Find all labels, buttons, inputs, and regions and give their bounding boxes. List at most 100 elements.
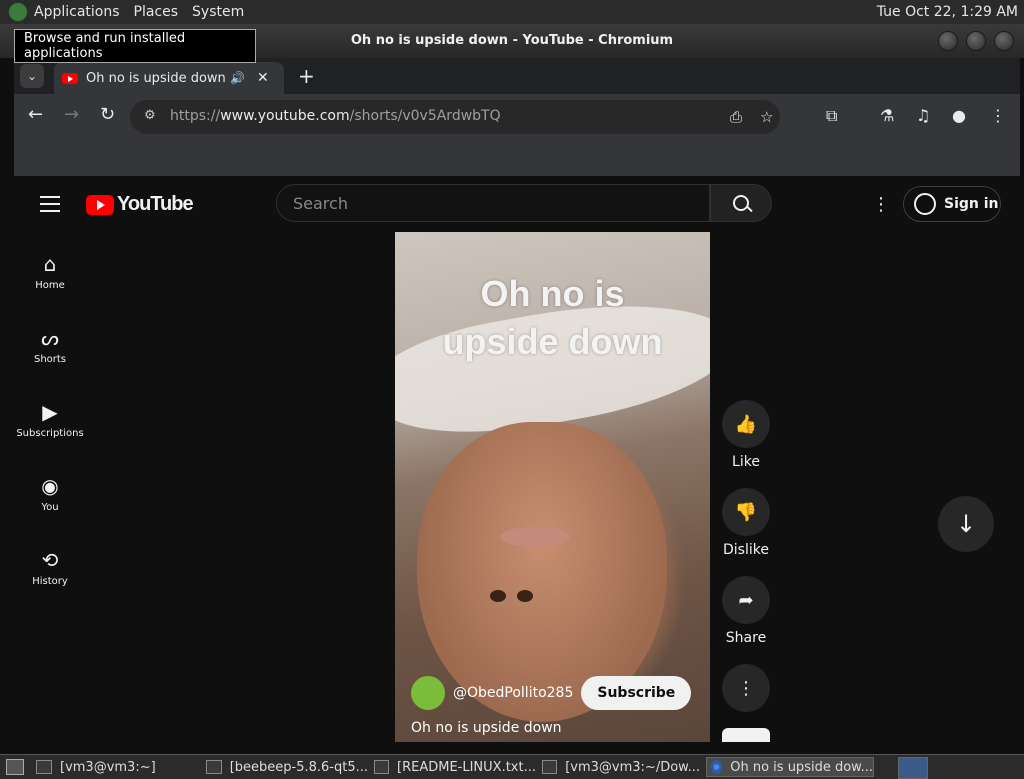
address-bar[interactable]: ⚙ https://www.youtube.com/shorts/v0v5Ard…: [130, 100, 780, 134]
youtube-play-icon: [86, 194, 114, 215]
profile-icon[interactable]: ●: [952, 106, 966, 125]
taskbar-item-beebeep[interactable]: [beebeep-5.8.6-qt5...: [206, 757, 368, 777]
tab-title: Oh no is upside down - YouTube: [86, 70, 226, 86]
sidebar-label-subscriptions: Subscriptions: [16, 428, 84, 439]
system-menu[interactable]: System: [192, 4, 244, 20]
more-options-button[interactable]: ⋮: [722, 664, 770, 712]
back-button[interactable]: ←: [28, 104, 43, 125]
terminal-icon: [542, 760, 558, 774]
video-caption: Oh no is upside down: [442, 273, 663, 362]
applications-tooltip: Browse and run installed applications: [14, 29, 256, 63]
sidebar-item-shorts[interactable]: ᔕ Shorts: [14, 326, 86, 365]
clock[interactable]: Tue Oct 22, 1:29 AM: [877, 4, 1018, 20]
bookmark-bar: [14, 140, 1020, 177]
account-icon: [914, 193, 936, 215]
history-icon: ⟲: [41, 548, 59, 572]
sign-in-label: Sign in: [944, 196, 999, 212]
taskbar-item-chromium[interactable]: Oh no is upside dow...: [706, 757, 874, 777]
text-editor-icon: [374, 760, 390, 774]
audio-playing-icon[interactable]: 🔊: [230, 71, 245, 85]
guide-menu-icon[interactable]: [40, 196, 60, 217]
tab-search-button[interactable]: ⌄: [20, 64, 44, 88]
sidebar-label-history: History: [32, 576, 68, 587]
video-frame-nostril: [517, 590, 533, 602]
sign-in-button[interactable]: Sign in: [903, 186, 1001, 222]
settings-menu-icon[interactable]: ⋮: [872, 194, 890, 215]
sidebar-label-shorts: Shorts: [33, 354, 67, 365]
shorts-video-player[interactable]: Oh no is upside down @ObedPollito285 Sub…: [395, 232, 710, 742]
like-label: Like: [732, 454, 760, 470]
taskbar-item-readme[interactable]: [README-LINUX.txt...: [374, 757, 536, 777]
subscribe-button[interactable]: Subscribe: [581, 676, 692, 710]
search-box[interactable]: [276, 184, 710, 222]
channel-row: @ObedPollito285 Subscribe: [411, 676, 692, 710]
workspace-switcher[interactable]: [898, 757, 928, 779]
video-frame-lips: [500, 527, 570, 547]
browser-tab[interactable]: Oh no is upside down - YouTube 🔊 ✕: [54, 62, 284, 94]
more-vert-icon: ⋮: [737, 677, 755, 699]
sidebar-item-home[interactable]: ⌂ Home: [14, 252, 86, 291]
thumbs-down-icon: 👎: [734, 501, 758, 523]
you-icon: ◉: [41, 474, 59, 498]
chromium-icon: [711, 760, 723, 774]
close-tab-icon[interactable]: ✕: [257, 70, 269, 86]
sidebar-item-you[interactable]: ◉ You: [14, 474, 86, 513]
media-controls-icon[interactable]: ♫: [916, 106, 930, 125]
arrow-down-icon: ↓: [955, 510, 977, 538]
minimize-button[interactable]: [938, 31, 958, 51]
shorts-icon: ᔕ: [41, 326, 59, 350]
thumbs-up-icon: 👍: [734, 413, 758, 435]
sidebar-item-subscriptions[interactable]: ▶ Subscriptions: [14, 400, 86, 439]
close-window-button[interactable]: [994, 31, 1014, 51]
channel-handle[interactable]: @ObedPollito285: [453, 685, 573, 701]
taskbar: [vm3@vm3:~] [beebeep-5.8.6-qt5... [READM…: [0, 754, 1024, 779]
home-icon: ⌂: [43, 252, 57, 276]
places-menu[interactable]: Places: [134, 4, 179, 20]
window-title: Oh no is upside down - YouTube - Chromiu…: [350, 33, 674, 48]
youtube-page: YouTube ⋮ Sign in ⌂ Home ᔕ Shorts ▶ Subs…: [14, 176, 1020, 742]
youtube-favicon-icon: [62, 72, 78, 84]
reload-button[interactable]: ↻: [100, 104, 115, 125]
browser-menu-icon[interactable]: ⋮: [990, 106, 1006, 125]
more-action[interactable]: ⋮: [722, 664, 770, 718]
subscriptions-icon: ▶: [42, 400, 58, 424]
like-button[interactable]: 👍: [722, 400, 770, 448]
applications-menu[interactable]: Applications: [34, 4, 120, 20]
url-text[interactable]: https://www.youtube.com/shorts/v0v5Ardwb…: [170, 108, 501, 124]
remix-button[interactable]: [722, 728, 770, 742]
video-title[interactable]: Oh no is upside down: [411, 720, 562, 736]
like-action[interactable]: 👍 Like: [722, 400, 770, 470]
tab-strip: ⌄ Oh no is upside down - YouTube 🔊 ✕ +: [14, 58, 1020, 94]
taskbar-item-terminal[interactable]: [vm3@vm3:~]: [36, 757, 196, 777]
sidebar-label-you: You: [41, 502, 59, 513]
dislike-label: Dislike: [723, 542, 769, 558]
share-button[interactable]: ➦: [722, 576, 770, 624]
dislike-button[interactable]: 👎: [722, 488, 770, 536]
terminal-icon: [36, 760, 52, 774]
search-input[interactable]: [277, 185, 709, 221]
labs-flask-icon[interactable]: ⚗: [880, 106, 894, 125]
distro-logo-icon[interactable]: [8, 2, 28, 22]
next-short-button[interactable]: ↓: [938, 496, 994, 552]
new-tab-button[interactable]: +: [298, 64, 315, 88]
show-desktop-icon[interactable]: [6, 759, 24, 775]
share-action[interactable]: ➦ Share: [722, 576, 770, 646]
taskbar-item-terminal-downloads[interactable]: [vm3@vm3:~/Dow...: [542, 757, 700, 777]
forward-button[interactable]: →: [64, 104, 79, 125]
share-label: Share: [725, 630, 767, 646]
install-app-icon[interactable]: ⎙: [730, 108, 742, 126]
youtube-logo[interactable]: YouTube: [86, 193, 194, 216]
dislike-action[interactable]: 👎 Dislike: [722, 488, 770, 558]
extensions-icon[interactable]: ⧉: [826, 106, 837, 126]
site-info-icon[interactable]: ⚙: [144, 108, 156, 123]
search-button[interactable]: [710, 184, 772, 222]
maximize-button[interactable]: [966, 31, 986, 51]
sidebar-item-history[interactable]: ⟲ History: [14, 548, 86, 587]
remix-action[interactable]: [722, 728, 770, 742]
sidebar-label-home: Home: [35, 280, 65, 291]
channel-avatar[interactable]: [411, 676, 445, 710]
folder-icon: [206, 760, 222, 774]
youtube-wordmark: YouTube: [117, 193, 194, 215]
bookmark-star-icon[interactable]: ☆: [760, 108, 773, 126]
browser-toolbar: ← → ↻ ⚙ https://www.youtube.com/shorts/v…: [14, 94, 1020, 140]
